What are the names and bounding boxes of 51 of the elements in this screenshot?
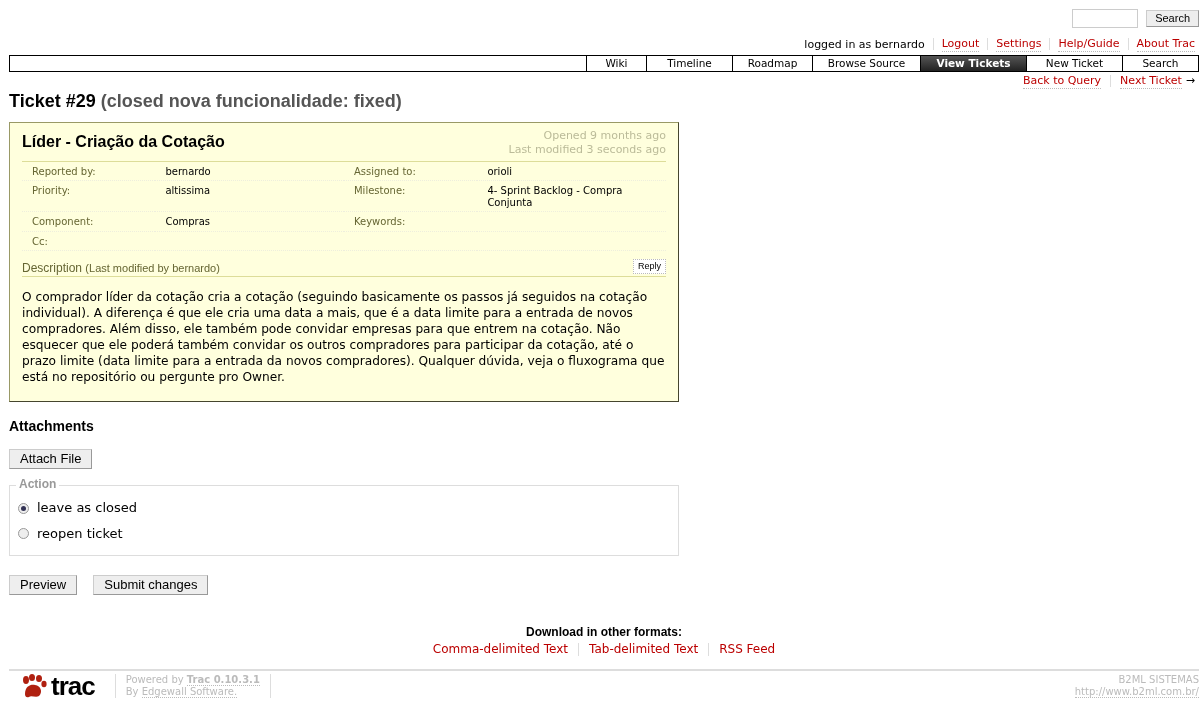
download-link[interactable]: Tab-delimited Text	[589, 642, 699, 658]
attachments-heading: Attachments	[9, 418, 95, 436]
field-label: Keywords:	[344, 211, 478, 232]
radio-button[interactable]	[18, 528, 29, 540]
radio-label[interactable]: leave as closed	[37, 500, 137, 517]
login-status: logged in as bernardo	[804, 37, 925, 52]
nav-tab[interactable]: New Ticket	[1026, 55, 1122, 71]
ticket-nav-link[interactable]: Next Ticket	[1120, 73, 1182, 89]
nav-link[interactable]: Settings	[996, 37, 1042, 52]
search-field[interactable]	[1072, 9, 1139, 28]
field-value: altissima	[155, 180, 344, 212]
paw-icon	[21, 674, 47, 699]
downloads-heading: Download in other formats:	[525, 625, 683, 641]
arrow-icon: →	[1185, 74, 1195, 88]
nav-link[interactable]: Logout	[941, 37, 980, 52]
field-label: Cc:	[22, 231, 156, 251]
field-label: Component:	[22, 211, 156, 232]
field-value: Compras	[155, 211, 344, 232]
form-button[interactable]: Preview	[9, 574, 78, 596]
ticket-title: Ticket #29 (closed nova funcionalidade: fixed)	[9, 90, 403, 113]
nav-link[interactable]: Help/Guide	[1058, 37, 1120, 52]
nav-tab[interactable]: Wiki	[586, 55, 646, 71]
nav-tab[interactable]: Timeline	[646, 55, 732, 71]
powered-by-text: Powered by Trac 0.10.3.1 By Edgewall Software.	[114, 674, 271, 699]
field-label: Assigned to:	[344, 161, 478, 181]
radio-label[interactable]: reopen ticket	[37, 525, 123, 542]
trac-logo-text: trac	[51, 675, 95, 698]
modified-date: Last modified 3 seconds ago	[508, 142, 666, 157]
company-name: B2ML SISTEMAS	[1117, 674, 1199, 687]
field-label: Milestone:	[344, 180, 478, 212]
form-button[interactable]: Submit changes	[93, 574, 209, 596]
description-text: O comprador líder da cotação cria a cotação (seguindo basicamente os passos já seguidos na cotação individual). A diferença é que ele cria uma data a mais, que é a data limite para a entrada de novos compradores. Além disso, ele também pode convidar empresas para que entrem na cotação. Não esquecer que ele poderá também convidar os outros compradores para participar da cotação, até o prazo limite (data limite para a entrada da novos compradores). Qualquer dúvida, veja o fluxograma que está no repositório ou pergunte pro Owner.	[22, 289, 666, 386]
field-value: orioli	[477, 161, 666, 181]
nav-tab[interactable]: Roadmap	[732, 55, 812, 71]
attach-file-button[interactable]: Attach File	[9, 449, 93, 470]
field-value: bernardo	[155, 161, 344, 181]
nav-link[interactable]: About Trac	[1136, 37, 1195, 52]
field-value: 4- Sprint Backlog - Compra Conjunta	[477, 180, 666, 212]
nav-tab[interactable]: Search	[1122, 55, 1198, 71]
nav-tab[interactable]: View Tickets	[920, 55, 1026, 71]
field-label: Reported by:	[22, 161, 156, 181]
field-label: Priority:	[22, 180, 156, 212]
search-button[interactable]: Search	[1146, 9, 1199, 28]
opened-date: Opened 9 months ago	[542, 129, 666, 143]
ticket-summary: Líder - Criação da Cotação	[22, 132, 225, 153]
radio-button[interactable]	[18, 503, 29, 514]
reply-button[interactable]: Reply	[633, 259, 666, 275]
download-link[interactable]: Comma-delimited Text	[432, 642, 569, 658]
download-link[interactable]: RSS Feed	[719, 642, 776, 658]
ticket-nav-link[interactable]: Back to Query	[1022, 73, 1102, 89]
description-heading: Description (Last modified by bernardo)	[22, 261, 220, 277]
